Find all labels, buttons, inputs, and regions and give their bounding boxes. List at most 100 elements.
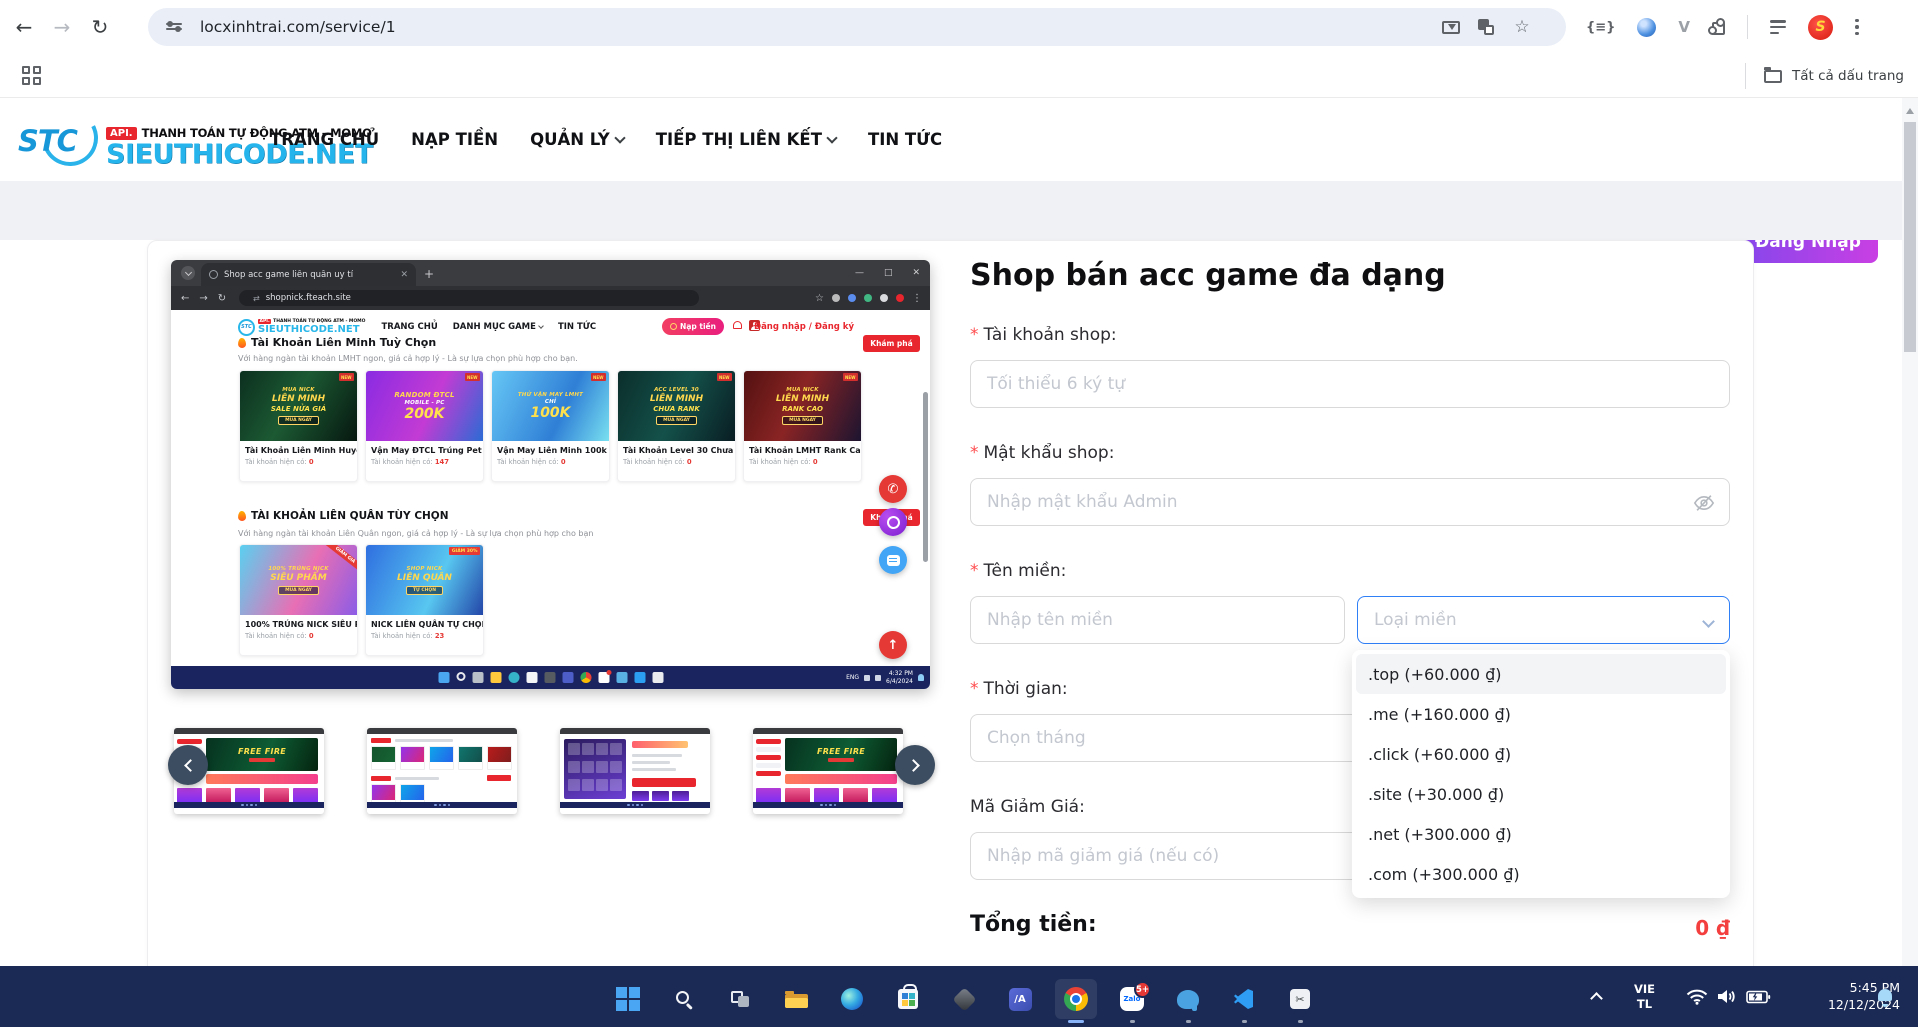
app-running-dot <box>1242 1020 1247 1023</box>
wifi-icon <box>1686 988 1708 1005</box>
nav-quan-ly[interactable]: QUẢN LÝ <box>530 130 624 149</box>
domain-name-input[interactable]: Nhập tên miền <box>970 596 1345 644</box>
dropdown-option-me[interactable]: .me (+160.000 ₫) <box>1356 694 1726 734</box>
carousel-prev-button[interactable] <box>168 745 208 785</box>
chevron-down-icon <box>614 132 625 143</box>
search-button[interactable] <box>663 979 705 1019</box>
password-input[interactable]: Nhập mật khẩu Admin <box>970 478 1730 526</box>
dropdown-option-click[interactable]: .click (+60.000 ₫) <box>1356 734 1726 774</box>
install-app-icon[interactable] <box>1442 21 1460 34</box>
input-language-switcher[interactable]: VIETL <box>1634 966 1655 1027</box>
volume-icon <box>875 675 881 681</box>
clock: 4:32 PM 6/4/2024 <box>886 670 913 684</box>
tray-expand-button[interactable] <box>1592 966 1601 1027</box>
globe-extension-icon[interactable] <box>1637 18 1656 37</box>
bookmark-star-icon[interactable]: ☆ <box>1512 17 1532 37</box>
chrome-icon[interactable] <box>1055 979 1097 1019</box>
coupon-label: Mã Giảm Giá: <box>970 794 1085 820</box>
nav-trang-chu[interactable]: TRANG CHỦ <box>270 130 379 149</box>
product-card: THỬ VẬN MAY LMHT CHỈ 100K NEW Vận May Li… <box>491 370 610 482</box>
bookmark-star-icon: ☆ <box>815 293 824 304</box>
nav-tin-tuc[interactable]: TIN TỨC <box>868 130 942 149</box>
main-nav: TRANG CHỦ NẠP TIỀN QUẢN LÝ TIẾP THỊ LIÊN… <box>270 98 942 181</box>
product-card: RANDOM ĐTCL MOBILE - PC 200K NEW Vận May… <box>365 370 484 482</box>
preview-titlebar: Shop acc game liên quân uy tí ✕ + —□✕ <box>171 260 930 286</box>
preview-thumbnail-4[interactable]: FREE FIRE <box>753 728 903 814</box>
snipping-tool-icon[interactable]: ✂ <box>1279 979 1321 1019</box>
scroll-top-button: ↑ <box>879 631 907 659</box>
brand-name: SIEUTHICODE.NET <box>258 324 366 335</box>
page-scrollbar[interactable] <box>1902 98 1918 966</box>
nav-danh-muc-game: DANH MỤC GAME <box>453 322 543 332</box>
dropdown-option-top[interactable]: .top (+60.000 ₫) <box>1356 654 1726 694</box>
messenger-contact-button <box>879 508 907 536</box>
preview-tab: Shop acc game liên quân uy tí ✕ <box>201 263 416 286</box>
reading-list-icon[interactable] <box>1770 20 1786 34</box>
page-title: Shop bán acc game đa dạng <box>970 258 1730 293</box>
system-tray-status[interactable] <box>1686 966 1771 1027</box>
product-banner: SHOP NICK LIÊN QUÂN TỰ CHỌN GIẢM 30% <box>366 545 483 615</box>
vscode-icon[interactable] <box>1223 979 1265 1019</box>
scrollbar-up-icon[interactable] <box>1906 104 1914 114</box>
chrome-active-indicator <box>1068 1020 1084 1023</box>
bookmarks-divider <box>1745 63 1746 89</box>
all-bookmarks-label[interactable]: Tất cả dấu trang <box>1792 68 1904 84</box>
volume-icon <box>1717 988 1737 1005</box>
total-value: 0 ₫ <box>970 916 1730 940</box>
translate-icon[interactable] <box>1478 19 1494 35</box>
coin-icon <box>670 323 677 330</box>
extensions-puzzle-icon[interactable] <box>1712 22 1725 35</box>
vue-extension-icon[interactable]: V <box>1678 18 1690 36</box>
scrollbar-thumb[interactable] <box>1904 122 1916 352</box>
bookmarks-folder-icon[interactable] <box>1764 70 1782 83</box>
apps-grid-icon[interactable] <box>22 66 42 86</box>
section-subtitle: Với hàng ngàn tài khoản LMHT ngon, giá c… <box>238 354 578 363</box>
back-icon[interactable]: ← <box>10 13 38 41</box>
edge-icon[interactable] <box>831 979 873 1019</box>
reload-icon[interactable]: ↻ <box>86 13 114 41</box>
via-browser-icon[interactable]: /A <box>999 979 1041 1019</box>
start-button[interactable] <box>607 979 649 1019</box>
preview-thumbnail-2[interactable] <box>367 728 517 814</box>
task-view-button[interactable] <box>719 979 761 1019</box>
preview-thumbnail-3[interactable] <box>560 728 710 814</box>
language-indicator: ENG <box>846 674 859 681</box>
carousel-next-button[interactable] <box>895 745 935 785</box>
forward-icon[interactable]: → <box>48 13 76 41</box>
file-explorer-icon[interactable] <box>775 979 817 1019</box>
dropdown-option-site[interactable]: .site (+30.000 ₫) <box>1356 774 1726 814</box>
close-tab-icon: ✕ <box>400 270 408 280</box>
postgres-icon[interactable] <box>1167 979 1209 1019</box>
password-label: *Mật khẩu shop: <box>970 440 1114 466</box>
address-bar[interactable]: locxinhtrai.com/service/1 ☆ <box>148 8 1566 46</box>
dropdown-option-net[interactable]: .net (+300.000 ₫) <box>1356 814 1726 854</box>
url-text[interactable]: locxinhtrai.com/service/1 <box>200 18 396 36</box>
section-heading: Tài Khoản Liên Minh Tuỳ Chọn <box>251 336 436 349</box>
dropdown-option-com[interactable]: .com (+300.000 ₫) <box>1356 854 1726 894</box>
nav-tiep-thi[interactable]: TIẾP THỊ LIÊN KẾT <box>656 130 836 149</box>
browser-menu-icon[interactable] <box>1855 19 1859 36</box>
chevron-down-icon <box>826 132 837 143</box>
domain-type-select[interactable]: Loại miền <box>1357 596 1730 644</box>
bell-icon <box>733 321 742 331</box>
screen: ← → ↻ locxinhtrai.com/service/1 ☆ {≡} V … <box>0 0 1918 1027</box>
notification-bell-icon[interactable] <box>1878 966 1894 1027</box>
phone-contact-button: ✆ <box>879 475 907 503</box>
profile-avatar[interactable]: S <box>1808 15 1833 40</box>
domain-type-dropdown: .top (+60.000 ₫) .me (+160.000 ₫) .click… <box>1352 650 1730 898</box>
microsoft-store-icon[interactable] <box>887 979 929 1019</box>
dark-app-icon[interactable] <box>943 979 985 1019</box>
site-info-icon[interactable] <box>166 20 182 34</box>
browser-toolbar: ← → ↻ locxinhtrai.com/service/1 ☆ {≡} V … <box>0 0 1918 54</box>
duration-label: *Thời gian: <box>970 676 1068 702</box>
zalo-contact-button <box>879 546 907 574</box>
devtools-extension-icon[interactable]: {≡} <box>1586 20 1615 35</box>
new-tab-icon: + <box>424 267 434 281</box>
account-input[interactable]: Tối thiểu 6 ký tự <box>970 360 1730 408</box>
eye-invisible-icon[interactable] <box>1693 492 1715 519</box>
nav-nap-tien[interactable]: NẠP TIỀN <box>411 130 498 149</box>
service-preview-image[interactable]: Shop acc game liên quân uy tí ✕ + —□✕ ← … <box>171 260 930 689</box>
product-banner: 100% TRÚNG NICK SIÊU PHẨM MUA NGAY GIẢM … <box>240 545 357 615</box>
back-icon: ← <box>181 293 189 304</box>
zalo-icon[interactable]: Zalo5+ <box>1111 979 1153 1019</box>
